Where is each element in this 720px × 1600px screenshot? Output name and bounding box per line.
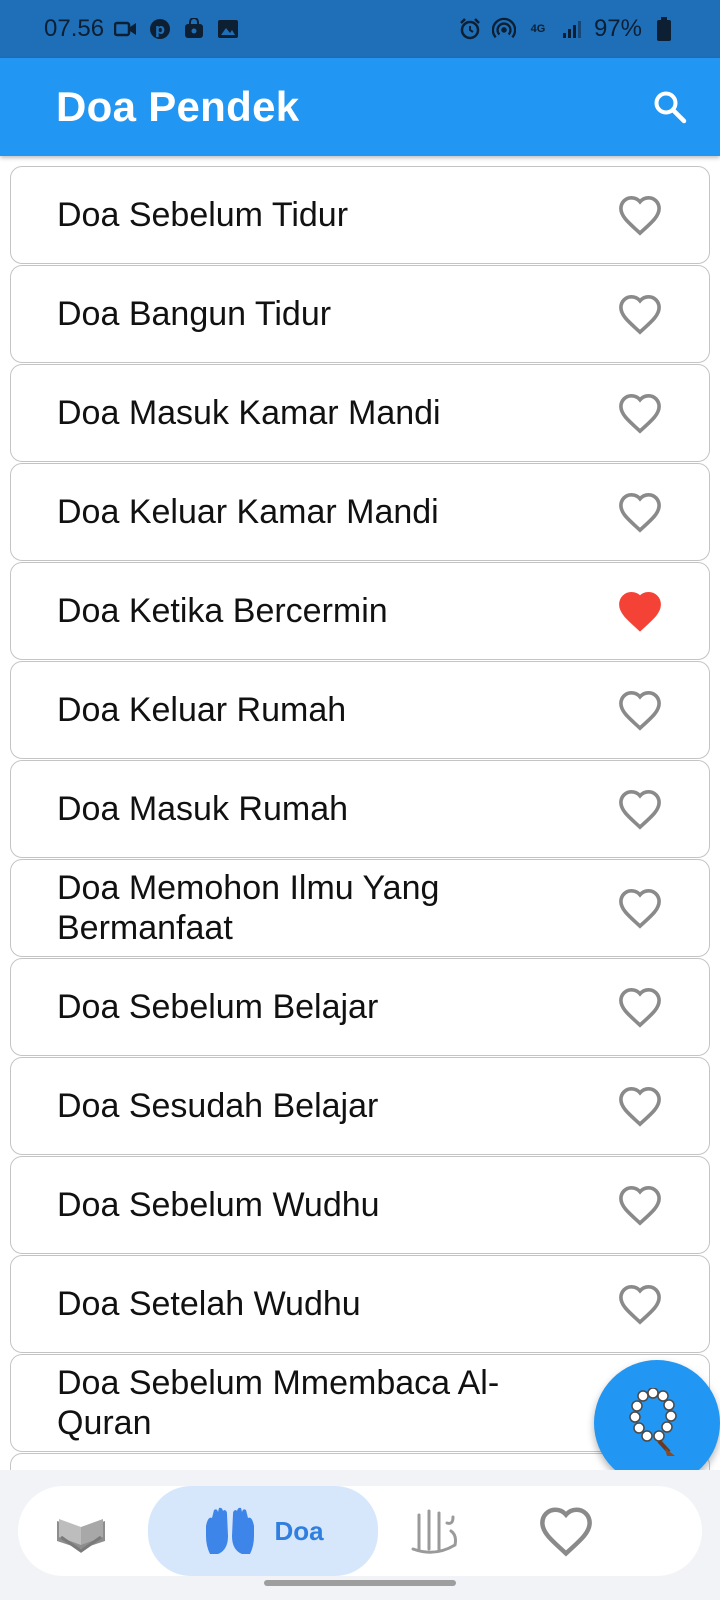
heart-outline-icon — [619, 889, 661, 929]
search-icon — [654, 91, 687, 124]
favorite-toggle-button[interactable] — [617, 1281, 663, 1327]
alarm-icon — [458, 17, 482, 41]
list-item[interactable]: Doa Keluar Kamar Mandi — [10, 463, 710, 561]
list-item-title: Doa Sebelum Belajar — [57, 988, 379, 1026]
praying-hands-icon — [206, 1507, 255, 1554]
list-item-title: Doa Sebelum Wudhu — [57, 1186, 380, 1224]
heart-outline-icon — [619, 988, 661, 1028]
heart-outline-icon — [619, 394, 661, 434]
heart-outline-icon — [619, 295, 661, 335]
list-item-title: Doa Keluar Rumah — [57, 691, 347, 729]
image-icon — [216, 17, 240, 41]
battery-icon — [652, 17, 676, 41]
favorite-toggle-button[interactable] — [617, 588, 663, 634]
list-item[interactable]: Doa Setelah Wudhu — [10, 1255, 710, 1353]
list-item[interactable]: Doa Masuk Rumah — [10, 760, 710, 858]
favorite-toggle-button[interactable] — [617, 192, 663, 238]
favorite-toggle-button[interactable] — [617, 1182, 663, 1228]
quran-icon — [57, 1519, 105, 1553]
tasbih-fab-button[interactable] — [594, 1360, 720, 1486]
svg-text:p: p — [155, 22, 165, 38]
list-item-title: Doa Bangun Tidur — [57, 295, 332, 333]
heart-outline-icon — [619, 196, 661, 236]
allah-calligraphy-icon — [411, 1509, 457, 1554]
nav-item-quran[interactable] — [46, 1486, 116, 1576]
doa-list[interactable]: Doa Sebelum Tidur Doa Bangun Tidur Doa Mas… — [10, 166, 710, 1486]
heart-outline-icon — [619, 790, 661, 830]
list-item[interactable]: Doa Ketika Bercermin — [10, 562, 710, 660]
home-indicator[interactable] — [264, 1580, 456, 1586]
hotspot-icon — [491, 17, 516, 41]
favorite-toggle-button[interactable] — [617, 687, 663, 733]
list-item[interactable]: Doa Sebelum Wudhu — [10, 1156, 710, 1254]
list-item[interactable]: Doa Bangun Tidur — [10, 265, 710, 363]
list-item-title: Doa Sebelum Tidur — [57, 196, 349, 234]
search-button[interactable] — [648, 85, 692, 129]
nav-item-doa[interactable]: Doa — [148, 1486, 378, 1576]
list-item[interactable]: Doa Sesudah Belajar — [10, 1057, 710, 1155]
list-item-title: Doa Sesudah Belajar — [57, 1087, 379, 1125]
favorite-toggle-button[interactable] — [617, 291, 663, 337]
favorite-toggle-button[interactable] — [617, 984, 663, 1030]
page-title: Doa Pendek — [56, 83, 300, 130]
video-call-icon — [114, 17, 138, 41]
status-right: 4G 97% — [458, 15, 676, 43]
status-bar: 07.56 p 4G 97% — [0, 0, 720, 58]
heart-outline-icon — [619, 691, 661, 731]
list-item[interactable]: Doa Sebelum Tidur — [10, 166, 710, 264]
favorite-toggle-button[interactable] — [617, 1083, 663, 1129]
heart-outline-icon — [540, 1507, 592, 1557]
nav-item-favorites[interactable] — [526, 1486, 606, 1576]
network-type-label: 4G — [530, 22, 546, 35]
list-item-title: Doa Setelah Wudhu — [57, 1285, 361, 1323]
signal-icon — [560, 17, 584, 41]
favorite-toggle-button[interactable] — [617, 489, 663, 535]
status-left: 07.56 p — [44, 15, 240, 43]
heart-outline-icon — [619, 1285, 661, 1325]
list-item-title: Doa Sebelum Mmembaca Al-Quran — [57, 1364, 500, 1442]
battery-percent: 97% — [593, 15, 642, 42]
shopping-bag-icon — [182, 17, 206, 41]
list-item[interactable]: Doa Sebelum Belajar — [10, 958, 710, 1056]
heart-outline-icon — [619, 1087, 661, 1127]
heart-outline-icon — [619, 493, 661, 533]
list-item-title: Doa Masuk Kamar Mandi — [57, 394, 441, 432]
prayer-beads-icon — [629, 1388, 677, 1456]
list-item[interactable]: Doa Masuk Kamar Mandi — [10, 364, 710, 462]
list-item-title: Doa Keluar Kamar Mandi — [57, 493, 439, 531]
app-bar: Doa Pendek — [0, 58, 720, 156]
status-time: 07.56 — [44, 15, 105, 42]
pinterest-icon: p — [148, 17, 172, 41]
list-item-title: Doa Ketika Bercermin — [57, 592, 388, 630]
nav-item-asmaul-husna[interactable] — [400, 1486, 470, 1576]
favorite-toggle-button[interactable] — [617, 885, 663, 931]
list-item-title: Doa Memohon Ilmu Yang Bermanfaat — [57, 869, 440, 947]
favorite-toggle-button[interactable] — [617, 786, 663, 832]
heart-outline-icon — [619, 1186, 661, 1226]
heart-filled-icon — [619, 592, 661, 632]
list-item-title: Doa Masuk Rumah — [57, 790, 349, 828]
list-item[interactable]: Doa Keluar Rumah — [10, 661, 710, 759]
favorite-toggle-button[interactable] — [617, 390, 663, 436]
list-item[interactable]: Doa Memohon Ilmu Yang Bermanfaat — [10, 859, 710, 957]
nav-label-doa: Doa — [274, 1515, 324, 1546]
doa-list-items: Doa Sebelum Tidur Doa Bangun Tidur Doa Mas… — [10, 166, 710, 1486]
